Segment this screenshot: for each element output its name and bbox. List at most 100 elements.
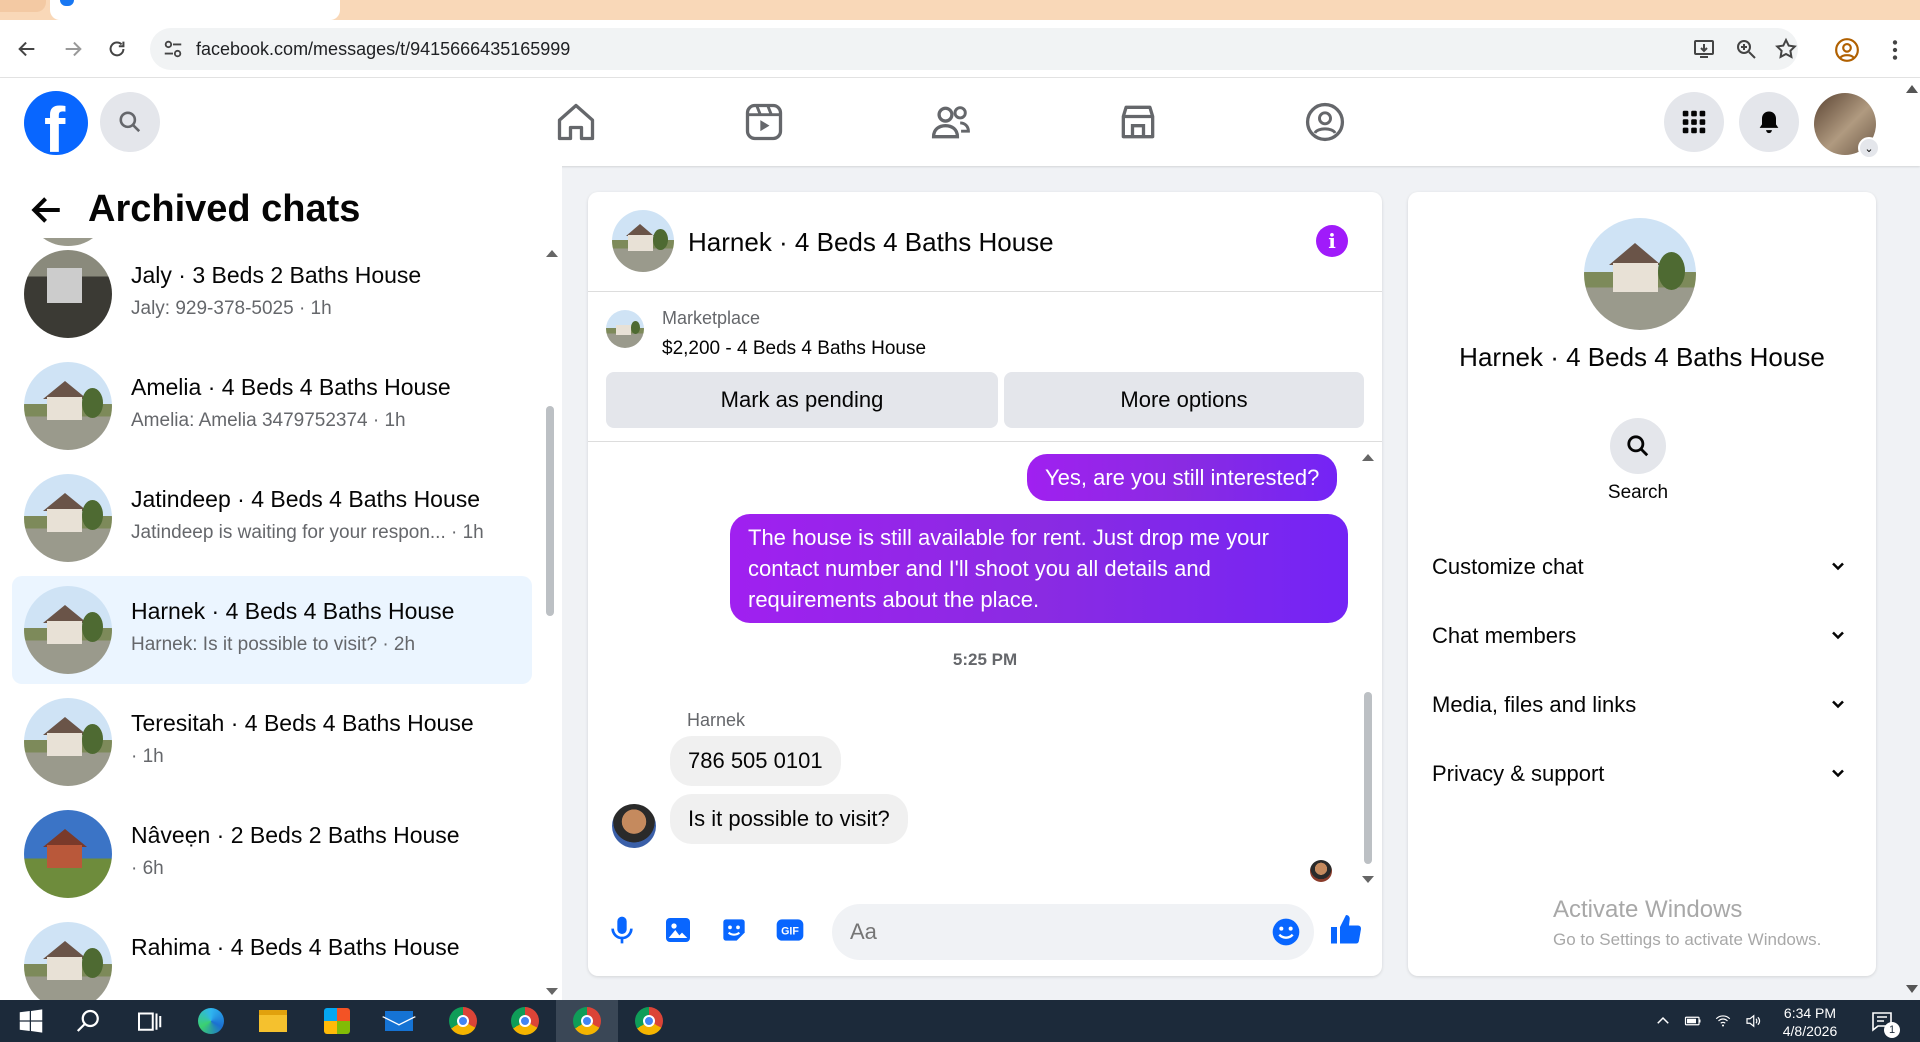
chat-item[interactable]: Amelia · 4 Beds 4 Baths House Amelia: Am…	[12, 352, 532, 460]
like-thumbs-up-icon[interactable]	[1328, 912, 1364, 948]
reload-icon[interactable]	[100, 32, 134, 66]
chrome-profile-icon[interactable]	[510, 1006, 540, 1036]
chat-item[interactable]: Jatindeep · 4 Beds 4 Baths House Jatinde…	[12, 464, 532, 572]
thread-scroll-down-icon[interactable]	[1362, 876, 1374, 883]
chat-list-scrollbar[interactable]	[546, 406, 554, 616]
url-text[interactable]: facebook.com/messages/t/9415666435165999	[196, 39, 570, 60]
search-button[interactable]	[100, 92, 160, 152]
file-explorer-icon[interactable]	[258, 1006, 288, 1036]
message-input[interactable]	[850, 916, 1250, 948]
chat-info-avatar[interactable]	[1584, 218, 1696, 330]
video-icon[interactable]	[742, 100, 786, 144]
zoom-icon[interactable]	[1734, 37, 1758, 61]
menu-button[interactable]	[1664, 92, 1724, 152]
task-view-icon[interactable]	[134, 1006, 164, 1036]
search-in-conversation-button[interactable]	[1610, 418, 1666, 474]
facebook-logo[interactable]: f	[24, 91, 88, 155]
chrome-profile-icon[interactable]	[634, 1006, 664, 1036]
house-thumbnail	[46, 621, 83, 645]
conversation-title[interactable]: Harnek · 4 Beds 4 Baths House	[688, 227, 1054, 258]
listing-thumbnail	[606, 310, 644, 348]
sticker-icon[interactable]	[718, 914, 750, 946]
microphone-icon[interactable]	[606, 914, 638, 946]
media-files-links-section[interactable]: Media, files and links	[1432, 684, 1852, 724]
thread-scroll-up-icon[interactable]	[1362, 454, 1374, 461]
chrome-icon[interactable]	[448, 1006, 478, 1036]
list-scroll-up-icon[interactable]	[546, 250, 558, 257]
search-icon	[1627, 435, 1649, 457]
taskbar-search-icon[interactable]	[74, 1006, 104, 1036]
house-thumbnail	[46, 397, 83, 421]
browser-tab[interactable]	[50, 0, 340, 20]
chat-name: Jaly · 3 Beds 2 Baths House	[131, 262, 422, 288]
list-scroll-down-icon[interactable]	[546, 988, 558, 995]
chat-members-section[interactable]: Chat members	[1432, 615, 1852, 655]
outgoing-message[interactable]: The house is still available for rent. J…	[730, 514, 1348, 623]
forward-icon[interactable]	[56, 32, 90, 66]
chat-preview: · 1h	[131, 746, 164, 767]
groups-icon[interactable]	[1303, 100, 1347, 144]
privacy-support-section[interactable]: Privacy & support	[1432, 753, 1852, 793]
browser-menu-icon[interactable]	[1882, 37, 1908, 63]
more-options-button[interactable]: More options	[1004, 372, 1364, 428]
house-thumbnail	[24, 362, 112, 450]
conversation-avatar[interactable]	[612, 210, 674, 272]
incoming-message[interactable]: Is it possible to visit?	[670, 794, 908, 844]
edge-browser-icon[interactable]	[196, 1006, 226, 1036]
address-bar[interactable]: facebook.com/messages/t/9415666435165999	[150, 28, 1798, 70]
apps-grid-icon	[1682, 110, 1706, 134]
marketplace-icon[interactable]	[1116, 100, 1160, 144]
mail-icon[interactable]	[382, 1006, 416, 1036]
tab-strip-button[interactable]	[0, 0, 46, 12]
show-hidden-icons-chevron-icon[interactable]	[1654, 1012, 1672, 1030]
site-info-icon[interactable]	[162, 38, 184, 60]
photo-icon[interactable]	[662, 914, 694, 946]
chat-name: Harnek · 4 Beds 4 Baths House	[131, 598, 455, 624]
chat-item[interactable]: Jaly · 3 Beds 2 Baths House Jaly: 929-37…	[12, 240, 532, 348]
bookmark-star-icon[interactable]	[1774, 37, 1798, 61]
app-icon-graphic	[259, 1010, 287, 1032]
chat-item[interactable]: Teresitah · 4 Beds 4 Baths House · 1h	[12, 688, 532, 796]
house-thumbnail	[1584, 218, 1696, 330]
customize-chat-section[interactable]: Customize chat	[1432, 546, 1852, 586]
archived-chats-pane: Archived chats Jaly · 3 Beds 2 Baths Hou…	[0, 166, 562, 1000]
profile-icon[interactable]	[1834, 37, 1860, 63]
page-scroll-down-icon[interactable]	[1906, 985, 1918, 993]
home-icon[interactable]	[554, 100, 598, 144]
microsoft-store-icon[interactable]	[322, 1006, 352, 1036]
back-icon[interactable]	[10, 32, 44, 66]
house-thumbnail	[46, 509, 83, 533]
install-app-icon[interactable]	[1692, 37, 1716, 61]
search-icon	[119, 111, 141, 133]
outgoing-message[interactable]: Yes, are you still interested?	[1027, 454, 1338, 501]
emoji-icon[interactable]	[1270, 916, 1302, 948]
sender-avatar[interactable]	[612, 804, 656, 848]
page-scroll-up-icon[interactable]	[1906, 85, 1918, 93]
friends-icon[interactable]	[929, 100, 973, 144]
volume-icon[interactable]	[1744, 1012, 1762, 1030]
thread-scrollbar[interactable]	[1364, 692, 1372, 864]
pane-title: Archived chats	[88, 188, 361, 230]
wifi-icon[interactable]	[1714, 1012, 1732, 1030]
section-label: Customize chat	[1432, 554, 1584, 579]
chrome-active-icon[interactable]	[572, 1006, 602, 1036]
battery-icon[interactable]	[1684, 1012, 1702, 1030]
listing-title[interactable]: $2,200 - 4 Beds 4 Baths House	[662, 338, 926, 360]
system-clock[interactable]: 6:34 PM 4/8/2026	[1770, 1004, 1850, 1040]
app-icon-graphic	[519, 1015, 531, 1027]
chat-item[interactable]: Rahima · 4 Beds 4 Baths House	[12, 912, 532, 1000]
notifications-button[interactable]	[1739, 92, 1799, 152]
incoming-message[interactable]: 786 505 0101	[670, 736, 841, 786]
gif-icon[interactable]: GIF	[774, 914, 806, 946]
chat-name: Teresitah · 4 Beds 4 Baths House	[131, 710, 474, 736]
windows-start-icon[interactable]	[16, 1006, 46, 1036]
mark-as-pending-button[interactable]: Mark as pending	[606, 372, 998, 428]
message-input-container[interactable]	[832, 904, 1314, 960]
back-arrow-icon[interactable]	[30, 193, 64, 227]
info-icon[interactable]: i	[1316, 225, 1348, 257]
chat-item[interactable]: Nâveẹn · 2 Beds 2 Baths House · 6h	[12, 800, 532, 908]
chat-name: Jatindeep · 4 Beds 4 Baths House	[131, 486, 481, 512]
chat-item-active[interactable]: Harnek · 4 Beds 4 Baths House Harnek: Is…	[12, 576, 532, 684]
account-avatar[interactable]: ⌄	[1814, 93, 1880, 159]
chevron-down-icon	[1832, 631, 1844, 640]
